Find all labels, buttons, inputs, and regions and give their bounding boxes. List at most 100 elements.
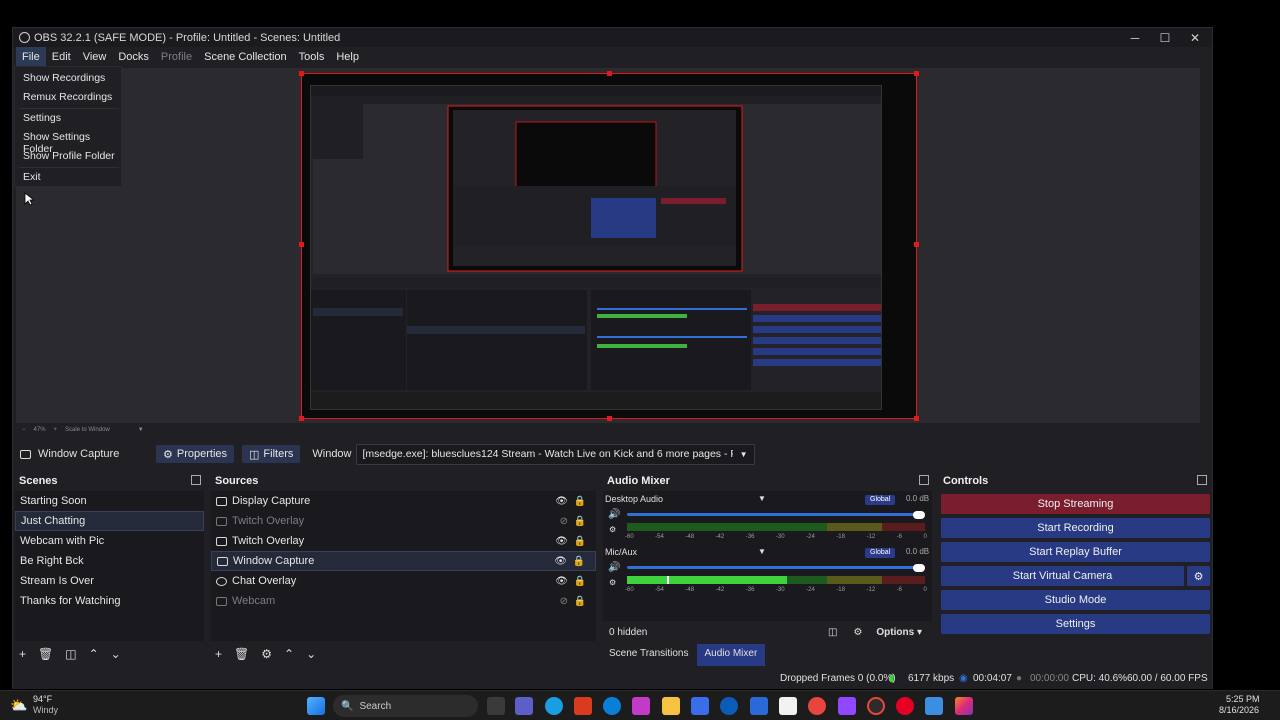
acrobat-icon[interactable] bbox=[574, 697, 592, 715]
list-item[interactable]: Chat Overlay 👁 🔒 bbox=[211, 571, 596, 591]
list-item[interactable]: Stream Is Over bbox=[15, 571, 204, 591]
file-explorer-icon[interactable] bbox=[662, 697, 680, 715]
add-icon[interactable]: + bbox=[215, 647, 222, 661]
lock-icon[interactable]: 🔒 bbox=[574, 496, 586, 507]
eye-icon[interactable]: 👁 bbox=[555, 536, 568, 547]
twitch-icon[interactable] bbox=[838, 697, 856, 715]
menu-settings[interactable]: Settings bbox=[23, 112, 61, 124]
chevron-up-icon[interactable]: ⌃ bbox=[89, 647, 99, 661]
snipping-icon[interactable] bbox=[925, 697, 943, 715]
list-item[interactable]: Webcam ⊘ 🔒 bbox=[211, 591, 596, 611]
obs-taskbar-icon[interactable] bbox=[867, 697, 885, 715]
filters-button[interactable]: ◫ Filters bbox=[242, 445, 301, 463]
title-bar[interactable]: OBS 32.2.1 (SAFE MODE) - Profile: Untitl… bbox=[13, 28, 1212, 47]
mixer-settings-icon[interactable]: ⚙ bbox=[609, 525, 616, 534]
windows-start-icon[interactable] bbox=[307, 697, 325, 715]
gear-icon[interactable]: ⚙ bbox=[261, 647, 272, 661]
weather-icon[interactable]: ⛅ bbox=[10, 697, 27, 714]
properties-button[interactable]: ⚙ Properties bbox=[156, 445, 235, 463]
help-icon[interactable] bbox=[603, 697, 621, 715]
menu-help[interactable]: Help bbox=[330, 47, 365, 67]
link-icon[interactable]: ⚙ bbox=[853, 627, 862, 638]
tab-scene-transitions[interactable]: Scene Transitions bbox=[601, 644, 697, 666]
lock-app-icon[interactable] bbox=[750, 697, 768, 715]
list-item[interactable]: Starting Soon bbox=[15, 491, 204, 511]
list-item[interactable]: Just Chatting bbox=[15, 511, 204, 531]
minimize-button[interactable]: ─ bbox=[1120, 28, 1150, 47]
volume-knob[interactable] bbox=[913, 511, 925, 519]
menu-docks[interactable]: Docks bbox=[112, 47, 155, 67]
undock-icon[interactable] bbox=[191, 475, 201, 485]
volume-slider[interactable] bbox=[627, 513, 917, 516]
notepad-icon[interactable] bbox=[779, 697, 797, 715]
lock-icon[interactable]: 🔒 bbox=[574, 576, 586, 587]
virtual-camera-settings-button[interactable]: ⚙ bbox=[1187, 566, 1210, 586]
volume-knob[interactable] bbox=[913, 564, 925, 572]
scale-mode[interactable]: Scale to Window bbox=[65, 427, 110, 433]
taskbar-search[interactable]: 🔍 Search bbox=[333, 695, 478, 717]
tab-audio-mixer[interactable]: Audio Mixer bbox=[696, 644, 766, 666]
list-item[interactable]: Display Capture 👁 🔒 bbox=[211, 491, 596, 511]
chevron-down-icon[interactable]: ⌄ bbox=[111, 647, 121, 661]
copilot-icon[interactable] bbox=[632, 697, 650, 715]
window-capture-source[interactable] bbox=[299, 71, 919, 421]
eye-off-icon[interactable]: ⊘ bbox=[560, 516, 568, 527]
zoom-in-button[interactable]: + bbox=[54, 427, 58, 433]
eye-icon[interactable]: 👁 bbox=[555, 496, 568, 507]
hp-icon[interactable] bbox=[720, 697, 738, 715]
start-recording-button[interactable]: Start Recording bbox=[941, 518, 1210, 538]
start-replay-buffer-button[interactable]: Start Replay Buffer bbox=[941, 542, 1210, 562]
menu-profile[interactable]: Profile bbox=[155, 47, 198, 67]
menu-edit[interactable]: Edit bbox=[46, 47, 77, 67]
pinterest-icon[interactable] bbox=[896, 697, 914, 715]
lock-icon[interactable]: 🔒 bbox=[574, 536, 586, 547]
chevron-up-icon[interactable]: ⌃ bbox=[284, 647, 294, 661]
list-item[interactable]: Twitch Overlay ⊘ 🔒 bbox=[211, 511, 596, 531]
menu-view[interactable]: View bbox=[77, 47, 113, 67]
lock-icon[interactable]: 🔒 bbox=[574, 516, 586, 527]
trash-icon[interactable]: 🗑 bbox=[234, 647, 249, 661]
window-select[interactable]: [msedge.exe]: bluesclues124 Stream - Wat… bbox=[355, 443, 755, 465]
list-item[interactable]: Thanks for Watching bbox=[15, 591, 204, 611]
trash-icon[interactable]: 🗑 bbox=[38, 647, 53, 661]
menu-show-profile-folder[interactable]: Show Profile Folder bbox=[23, 150, 115, 162]
eye-off-icon[interactable]: ⊘ bbox=[560, 596, 568, 607]
instagram-icon[interactable] bbox=[955, 697, 973, 715]
undock-icon[interactable] bbox=[919, 475, 929, 485]
stop-streaming-button[interactable]: Stop Streaming bbox=[941, 494, 1210, 514]
menu-tools[interactable]: Tools bbox=[293, 47, 331, 67]
settings-button[interactable]: Settings bbox=[941, 614, 1210, 634]
preview-canvas[interactable] bbox=[16, 68, 1200, 423]
options-button[interactable]: Options ▾ bbox=[876, 627, 922, 638]
list-item[interactable]: Be Right Bck bbox=[15, 551, 204, 571]
chevron-down-icon[interactable]: ▼ bbox=[758, 547, 766, 556]
speaker-icon[interactable]: 🔊 bbox=[608, 509, 620, 520]
lock-icon[interactable]: 🔒 bbox=[574, 596, 586, 607]
chevron-down-icon[interactable]: ▼ bbox=[758, 494, 766, 503]
menu-remux-recordings[interactable]: Remux Recordings bbox=[23, 91, 112, 103]
speaker-icon[interactable]: 🔊 bbox=[608, 562, 620, 573]
chrome-icon[interactable] bbox=[808, 697, 826, 715]
close-button[interactable]: ✕ bbox=[1180, 28, 1210, 47]
volume-slider[interactable] bbox=[627, 566, 917, 569]
zoom-out-button[interactable]: − bbox=[22, 427, 26, 433]
menu-file[interactable]: File bbox=[16, 47, 46, 67]
chevron-down-icon[interactable]: ⌄ bbox=[306, 647, 316, 661]
start-virtual-camera-button[interactable]: Start Virtual Camera bbox=[941, 566, 1184, 586]
list-item[interactable]: Window Capture 👁 🔒 bbox=[211, 551, 596, 571]
task-view-icon[interactable] bbox=[487, 697, 505, 715]
menu-scene-collection[interactable]: Scene Collection bbox=[198, 47, 293, 67]
list-item[interactable]: Twitch Overlay 👁 🔒 bbox=[211, 531, 596, 551]
filter-icon[interactable]: ◫ bbox=[65, 647, 76, 661]
list-item[interactable]: Webcam with Pic bbox=[15, 531, 204, 551]
eye-icon[interactable]: 👁 bbox=[555, 576, 568, 587]
add-icon[interactable]: + bbox=[19, 647, 26, 661]
maximize-button[interactable]: ☐ bbox=[1150, 28, 1180, 47]
chevron-down-icon[interactable]: ▼ bbox=[138, 427, 144, 433]
lock-icon[interactable]: 🔒 bbox=[573, 556, 585, 567]
teams-icon[interactable] bbox=[515, 697, 533, 715]
undock-icon[interactable] bbox=[1197, 475, 1207, 485]
mixer-settings-icon[interactable]: ⚙ bbox=[609, 578, 616, 587]
edge-icon[interactable] bbox=[545, 697, 563, 715]
store-icon[interactable] bbox=[691, 697, 709, 715]
